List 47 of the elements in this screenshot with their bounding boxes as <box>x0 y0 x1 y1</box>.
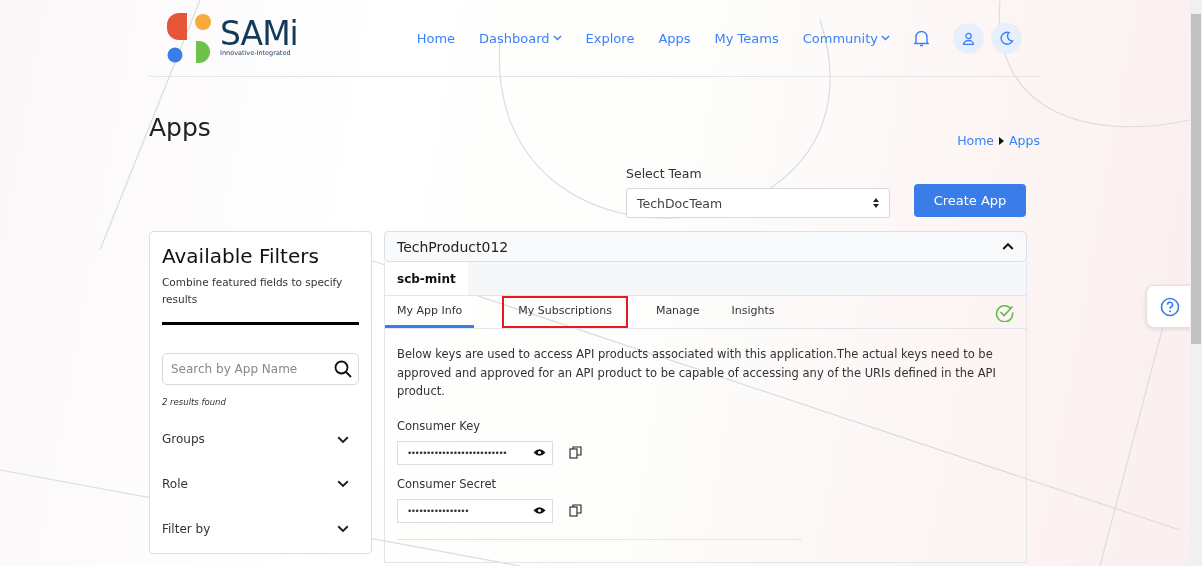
field-label: Consumer Secret <box>397 476 498 491</box>
dark-mode-button[interactable] <box>991 22 1022 54</box>
field-label: Select Team <box>626 166 703 181</box>
nav-link[interactable]: Dashboard <box>479 30 562 46</box>
scrollbar[interactable] <box>1190 0 1202 566</box>
nav-link[interactable]: Community <box>802 30 890 46</box>
logo-icon <box>167 13 212 63</box>
tab[interactable]: Manage <box>643 296 712 328</box>
tab[interactable]: My Subscriptions <box>502 296 628 328</box>
filter-group[interactable]: Role <box>162 476 188 491</box>
page-title: Apps <box>149 113 211 142</box>
password-field[interactable]: •••••••••••••••• <box>397 498 553 523</box>
eye-icon[interactable] <box>533 448 546 457</box>
moon-icon <box>999 31 1014 45</box>
eye-icon[interactable] <box>533 506 546 515</box>
brand-name: SAMi <box>220 19 298 49</box>
copy-icon[interactable] <box>569 446 582 459</box>
chevron-icon[interactable] <box>337 435 349 443</box>
panel-title: Available Filters <box>162 244 320 268</box>
filter-group[interactable]: Groups <box>162 432 205 447</box>
nav-link[interactable]: Apps <box>658 30 691 46</box>
copy-icon[interactable] <box>569 504 582 517</box>
team-select[interactable]: TechDocTeam <box>626 188 890 218</box>
password-field[interactable]: •••••••••••••••••••••••••• <box>397 440 553 465</box>
bell-icon[interactable] <box>914 29 929 47</box>
results-count: 2 results found <box>162 396 227 407</box>
nav-link[interactable]: Explore <box>585 30 635 46</box>
panel-subtitle: Combine featured fields to specify results <box>162 275 344 307</box>
nav-link[interactable]: Home <box>416 30 456 46</box>
caret-icon <box>999 136 1005 145</box>
breadcrumb-link[interactable]: Home <box>957 133 995 148</box>
sort-arrows-icon <box>873 198 879 208</box>
create-app-button[interactable]: Create App <box>914 184 1026 217</box>
environment-tab[interactable]: scb-mint <box>385 262 468 295</box>
chevron-icon[interactable] <box>337 480 349 488</box>
search-icon[interactable] <box>334 359 352 378</box>
field-label: Consumer Key <box>397 418 482 433</box>
tab[interactable]: Insights <box>719 296 787 328</box>
app-accordion[interactable]: TechProduct012 <box>384 231 1027 262</box>
search-field[interactable]: Search by App Name <box>162 352 359 385</box>
filter-group[interactable]: Filter by <box>162 521 211 536</box>
question-icon <box>1160 296 1180 317</box>
user-icon <box>962 31 975 45</box>
nav-link[interactable]: My Teams <box>714 30 779 46</box>
description: Below keys are used to access API products associated with this application.The actual keys need to be approved and approved for an API product to be capable of accessing any of the URIs defined in the API product. <box>397 346 997 400</box>
user-button[interactable] <box>953 22 984 54</box>
chevron-icon[interactable] <box>337 525 349 533</box>
